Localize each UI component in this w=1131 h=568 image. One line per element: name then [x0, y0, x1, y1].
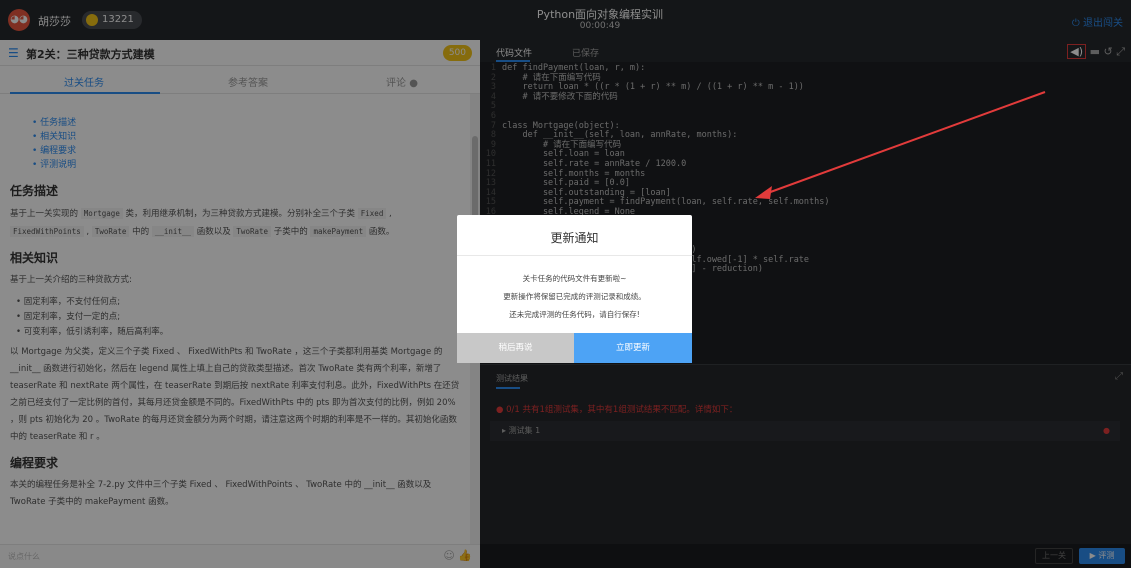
dialog-message-3: 还未完成评测的任务代码，请自行保存!	[509, 310, 640, 319]
update-now-button[interactable]: 立即更新	[574, 333, 692, 363]
dialog-message-1: 关卡任务的代码文件有更新啦~	[522, 274, 627, 283]
dialog-message-2: 更新操作将保留已完成的评测记录和成绩。	[503, 292, 646, 301]
later-button[interactable]: 稍后再说	[457, 333, 574, 363]
update-notice-dialog: 更新通知 关卡任务的代码文件有更新啦~ 更新操作将保留已完成的评测记录和成绩。 …	[457, 215, 692, 363]
dialog-title: 更新通知	[550, 231, 599, 245]
divider	[457, 255, 692, 256]
